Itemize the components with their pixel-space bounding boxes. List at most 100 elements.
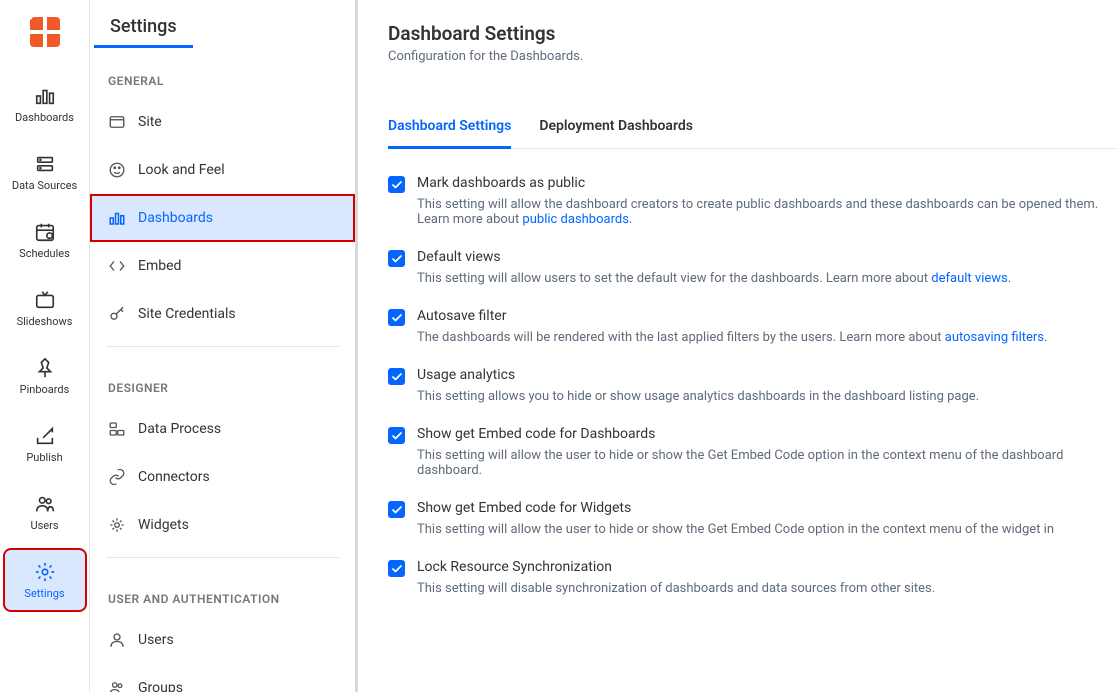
setting-content: Mark dashboards as public This setting wi… bbox=[417, 175, 1117, 227]
nav-label: Publish bbox=[26, 451, 62, 464]
checkbox[interactable] bbox=[388, 176, 405, 193]
setting-description: This setting will allow users to set the… bbox=[417, 271, 1011, 286]
learn-more-link[interactable]: default views. bbox=[931, 271, 1011, 286]
setting-content: Autosave filter The dashboards will be re… bbox=[417, 308, 1047, 345]
settings-item-site-credentials[interactable]: Site Credentials bbox=[90, 290, 355, 338]
widget-icon bbox=[108, 516, 126, 534]
checkbox[interactable] bbox=[388, 250, 405, 267]
setting-label: Usage analytics bbox=[417, 367, 979, 383]
settings-item-label: Site Credentials bbox=[138, 306, 236, 322]
setting-description: This setting will allow the user to hide… bbox=[417, 448, 1117, 478]
setting-description: This setting will allow the dashboard cr… bbox=[417, 197, 1117, 227]
setting-content: Usage analytics This setting allows you t… bbox=[417, 367, 979, 404]
settings-item-widgets[interactable]: Widgets bbox=[90, 501, 355, 549]
page-title: Dashboard Settings bbox=[388, 22, 1117, 45]
settings-item-label: Dashboards bbox=[138, 210, 213, 226]
setting-row: Show get Embed code for Widgets This sett… bbox=[388, 500, 1117, 537]
settings-section-user-auth: USER AND AUTHENTICATION bbox=[90, 566, 355, 616]
settings-item-data-process[interactable]: Data Process bbox=[90, 405, 355, 453]
setting-row: Lock Resource Synchronization This settin… bbox=[388, 559, 1117, 596]
settings-item-label: Site bbox=[138, 114, 162, 130]
gear-icon bbox=[34, 561, 56, 583]
checkbox[interactable] bbox=[388, 309, 405, 326]
setting-content: Default views This setting will allow use… bbox=[417, 249, 1011, 286]
settings-panel: Settings GENERAL Site Look and Feel Dash… bbox=[90, 0, 358, 692]
tv-icon bbox=[34, 289, 56, 311]
learn-more-link[interactable]: autosaving filters. bbox=[945, 330, 1048, 345]
setting-row: Autosave filter The dashboards will be re… bbox=[388, 308, 1117, 345]
setting-label: Autosave filter bbox=[417, 308, 1047, 324]
users-icon bbox=[34, 493, 56, 515]
settings-item-site[interactable]: Site bbox=[90, 98, 355, 146]
data-process-icon bbox=[108, 420, 126, 438]
settings-item-groups[interactable]: Groups bbox=[90, 664, 355, 692]
page-subtitle: Configuration for the Dashboards. bbox=[388, 49, 1117, 64]
pin-icon bbox=[34, 357, 56, 379]
tab-dashboard-settings[interactable]: Dashboard Settings bbox=[388, 118, 511, 149]
nav-item-users[interactable]: Users bbox=[5, 482, 85, 542]
settings-checklist: Mark dashboards as public This setting wi… bbox=[388, 175, 1117, 596]
nav-label: Data Sources bbox=[12, 179, 77, 192]
setting-description: This setting will disable synchronizatio… bbox=[417, 581, 935, 596]
settings-item-label: Connectors bbox=[138, 469, 210, 485]
settings-item-dashboards[interactable]: Dashboards bbox=[90, 194, 355, 242]
setting-description: This setting allows you to hide or show … bbox=[417, 389, 979, 404]
setting-label: Show get Embed code for Widgets bbox=[417, 500, 1054, 516]
setting-row: Default views This setting will allow use… bbox=[388, 249, 1117, 286]
checkbox[interactable] bbox=[388, 501, 405, 518]
settings-section-general: GENERAL bbox=[90, 48, 355, 98]
learn-more-link[interactable]: public dashboards. bbox=[522, 212, 632, 227]
settings-item-connectors[interactable]: Connectors bbox=[90, 453, 355, 501]
nav-rail: Dashboards Data Sources Schedules Slides… bbox=[0, 0, 90, 692]
nav-label: Pinboards bbox=[20, 383, 70, 396]
main-content: Dashboard Settings Configuration for the… bbox=[358, 0, 1117, 692]
setting-content: Lock Resource Synchronization This settin… bbox=[417, 559, 935, 596]
nav-item-pinboards[interactable]: Pinboards bbox=[5, 346, 85, 406]
nav-label: Schedules bbox=[19, 247, 70, 260]
tab-deployment-dashboards[interactable]: Deployment Dashboards bbox=[539, 118, 693, 148]
nav-item-schedules[interactable]: Schedules bbox=[5, 210, 85, 270]
nav-item-publish[interactable]: Publish bbox=[5, 414, 85, 474]
setting-label: Show get Embed code for Dashboards bbox=[417, 426, 1117, 442]
database-icon bbox=[34, 153, 56, 175]
share-icon bbox=[34, 425, 56, 447]
settings-item-label: Look and Feel bbox=[138, 162, 225, 178]
setting-label: Mark dashboards as public bbox=[417, 175, 1117, 191]
settings-section-designer: DESIGNER bbox=[90, 355, 355, 405]
app-logo bbox=[25, 12, 65, 52]
setting-content: Show get Embed code for Dashboards This s… bbox=[417, 426, 1117, 478]
settings-item-label: Embed bbox=[138, 258, 181, 274]
checkbox[interactable] bbox=[388, 560, 405, 577]
settings-item-label: Users bbox=[138, 632, 174, 648]
settings-panel-title: Settings bbox=[94, 16, 193, 48]
setting-row: Mark dashboards as public This setting wi… bbox=[388, 175, 1117, 227]
settings-item-embed[interactable]: Embed bbox=[90, 242, 355, 290]
setting-content: Show get Embed code for Widgets This sett… bbox=[417, 500, 1054, 537]
settings-item-look-and-feel[interactable]: Look and Feel bbox=[90, 146, 355, 194]
setting-row: Show get Embed code for Dashboards This s… bbox=[388, 426, 1117, 478]
nav-item-dashboards[interactable]: Dashboards bbox=[5, 74, 85, 134]
setting-label: Default views bbox=[417, 249, 1011, 265]
checkbox[interactable] bbox=[388, 368, 405, 385]
chart-bar-icon bbox=[34, 85, 56, 107]
settings-item-users[interactable]: Users bbox=[90, 616, 355, 664]
user-icon bbox=[108, 631, 126, 649]
nav-item-settings[interactable]: Settings bbox=[5, 550, 85, 610]
checkbox[interactable] bbox=[388, 427, 405, 444]
nav-item-slideshows[interactable]: Slideshows bbox=[5, 278, 85, 338]
setting-label: Lock Resource Synchronization bbox=[417, 559, 935, 575]
chart-bar-icon bbox=[108, 209, 126, 227]
nav-item-data-sources[interactable]: Data Sources bbox=[5, 142, 85, 202]
palette-icon bbox=[108, 161, 126, 179]
divider bbox=[106, 557, 339, 558]
nav-label: Slideshows bbox=[17, 315, 73, 328]
calendar-icon bbox=[34, 221, 56, 243]
settings-item-label: Data Process bbox=[138, 421, 221, 437]
divider bbox=[106, 346, 339, 347]
nav-label: Users bbox=[30, 519, 58, 532]
setting-row: Usage analytics This setting allows you t… bbox=[388, 367, 1117, 404]
settings-item-label: Groups bbox=[138, 680, 183, 692]
setting-description: This setting will allow the user to hide… bbox=[417, 522, 1054, 537]
nav-label: Settings bbox=[24, 587, 64, 600]
setting-description: The dashboards will be rendered with the… bbox=[417, 330, 1047, 345]
